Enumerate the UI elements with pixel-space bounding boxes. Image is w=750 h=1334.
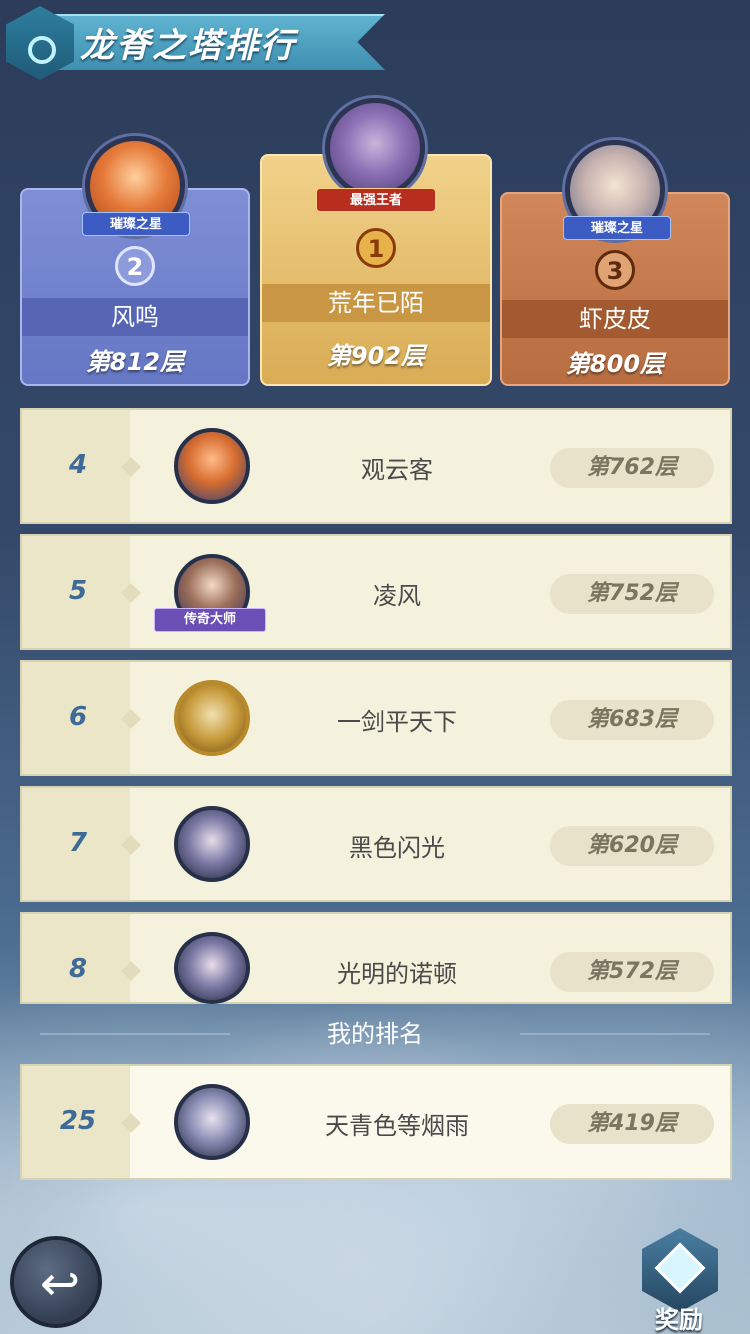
reward-label: 奖励 (655, 1306, 703, 1334)
hero-avatar-icon[interactable] (174, 680, 250, 756)
podium-floor-value: 第800层 (565, 350, 665, 378)
floor-value: 第419层 (550, 1104, 714, 1144)
floor-value: 第762层 (550, 448, 714, 488)
rank-medal-1: 1 (356, 228, 396, 268)
player-name: 天青色等烟雨 (325, 1112, 469, 1140)
my-rank-label: 我的排名 (327, 1020, 423, 1048)
rank-number: 5 (68, 576, 88, 606)
ranking-row[interactable]: 5 传奇大师 凌风 第752层 (20, 534, 732, 650)
reward-button[interactable]: 奖励 (634, 1228, 724, 1334)
podium-floor-value: 第812层 (85, 348, 185, 376)
rank-number: 25 (59, 1106, 97, 1136)
floor-value: 第620层 (550, 826, 714, 866)
player-name: 凌风 (373, 582, 421, 610)
hero-avatar-icon[interactable] (174, 932, 250, 1004)
rank-medal-3: 3 (595, 250, 635, 290)
title-badge: 传奇大师 (154, 608, 266, 632)
podium-floor-value: 第902层 (326, 342, 426, 370)
rank-number: 6 (68, 702, 88, 732)
title-badge: 最强王者 (316, 188, 436, 212)
rank-number: 8 (68, 954, 88, 984)
title-badge: 璀璨之星 (82, 212, 190, 236)
my-ranking-row[interactable]: 25 天青色等烟雨 第419层 (20, 1064, 732, 1180)
player-name: 黑色闪光 (349, 834, 445, 862)
podium-player-name: 虾皮皮 (502, 300, 728, 338)
player-name: 观云客 (361, 456, 433, 484)
rank-number: 4 (68, 450, 88, 480)
podium-player-name: 风鸣 (22, 298, 248, 336)
hero-avatar-icon[interactable] (174, 428, 250, 504)
floor-value: 第572层 (550, 952, 714, 992)
floor-value: 第752层 (550, 574, 714, 614)
ranking-row[interactable]: 7 黑色闪光 第620层 (20, 786, 732, 902)
podium-player-name: 荒年已陌 (262, 284, 490, 322)
back-button[interactable]: ↩ (10, 1236, 102, 1328)
hero-avatar-icon[interactable] (174, 806, 250, 882)
rank-number: 7 (68, 828, 88, 858)
player-name: 光明的诺顿 (337, 960, 457, 988)
hero-avatar-icon[interactable] (174, 1084, 250, 1160)
player-name: 一剑平天下 (337, 708, 457, 736)
hero-avatar-icon[interactable] (325, 98, 425, 198)
back-arrow-icon: ↩ (39, 1256, 81, 1312)
page-header: 龙脊之塔排行 (0, 0, 400, 84)
rank-medal-2: 2 (115, 246, 155, 286)
eye-ring-icon (28, 36, 56, 64)
page-title: 龙脊之塔排行 (80, 26, 296, 66)
ranking-row[interactable]: 4 观云客 第762层 (20, 408, 732, 524)
ranking-row[interactable]: 6 一剑平天下 第683层 (20, 660, 732, 776)
title-badge: 璀璨之星 (563, 216, 671, 240)
ranking-row[interactable]: 8 光明的诺顿 第572层 (20, 912, 732, 1004)
floor-value: 第683层 (550, 700, 714, 740)
